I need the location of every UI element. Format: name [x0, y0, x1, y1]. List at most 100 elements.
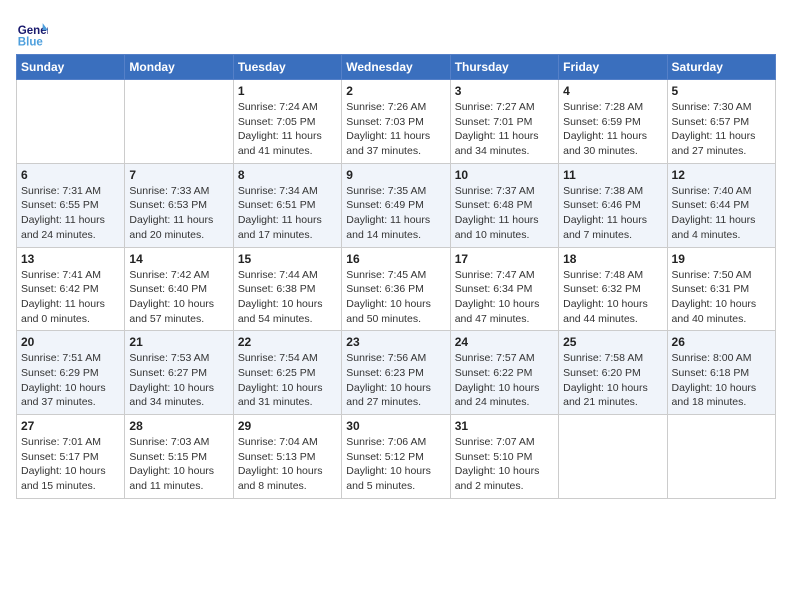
day-detail: Sunrise: 7:42 AM Sunset: 6:40 PM Dayligh…	[129, 268, 228, 327]
day-detail: Sunrise: 7:50 AM Sunset: 6:31 PM Dayligh…	[672, 268, 771, 327]
day-detail: Sunrise: 7:45 AM Sunset: 6:36 PM Dayligh…	[346, 268, 445, 327]
calendar-cell	[559, 415, 667, 499]
calendar-cell: 30 Sunrise: 7:06 AM Sunset: 5:12 PM Dayli…	[342, 415, 450, 499]
calendar-cell: 16 Sunrise: 7:45 AM Sunset: 6:36 PM Dayli…	[342, 247, 450, 331]
day-detail: Sunrise: 7:26 AM Sunset: 7:03 PM Dayligh…	[346, 100, 445, 159]
calendar-cell: 23 Sunrise: 7:56 AM Sunset: 6:23 PM Dayli…	[342, 331, 450, 415]
calendar-cell: 4 Sunrise: 7:28 AM Sunset: 6:59 PM Daylig…	[559, 80, 667, 164]
calendar-cell: 11Sunrise: 7:38 AM Sunset: 6:46 PM Dayli…	[559, 163, 667, 247]
calendar-week-row: 13Sunrise: 7:41 AM Sunset: 6:42 PM Dayli…	[17, 247, 776, 331]
day-detail: Sunrise: 7:01 AM Sunset: 5:17 PM Dayligh…	[21, 435, 120, 494]
calendar-week-row: 1 Sunrise: 7:24 AM Sunset: 7:05 PM Daylig…	[17, 80, 776, 164]
day-number: 23	[346, 335, 445, 349]
day-number: 20	[21, 335, 120, 349]
svg-text:Blue: Blue	[18, 36, 44, 48]
day-number: 24	[455, 335, 554, 349]
calendar-cell: 14 Sunrise: 7:42 AM Sunset: 6:40 PM Dayli…	[125, 247, 233, 331]
calendar-cell: 13Sunrise: 7:41 AM Sunset: 6:42 PM Dayli…	[17, 247, 125, 331]
day-number: 15	[238, 252, 337, 266]
day-number: 17	[455, 252, 554, 266]
day-detail: Sunrise: 7:54 AM Sunset: 6:25 PM Dayligh…	[238, 351, 337, 410]
day-detail: Sunrise: 8:00 AM Sunset: 6:18 PM Dayligh…	[672, 351, 771, 410]
calendar-cell: 1 Sunrise: 7:24 AM Sunset: 7:05 PM Daylig…	[233, 80, 341, 164]
day-detail: Sunrise: 7:28 AM Sunset: 6:59 PM Dayligh…	[563, 100, 662, 159]
day-number: 31	[455, 419, 554, 433]
day-number: 26	[672, 335, 771, 349]
calendar-cell: 31 Sunrise: 7:07 AM Sunset: 5:10 PM Dayli…	[450, 415, 558, 499]
day-detail: Sunrise: 7:06 AM Sunset: 5:12 PM Dayligh…	[346, 435, 445, 494]
day-number: 1	[238, 84, 337, 98]
calendar-cell: 9 Sunrise: 7:35 AM Sunset: 6:49 PM Daylig…	[342, 163, 450, 247]
day-detail: Sunrise: 7:33 AM Sunset: 6:53 PM Dayligh…	[129, 184, 228, 243]
day-number: 14	[129, 252, 228, 266]
calendar-cell: 24 Sunrise: 7:57 AM Sunset: 6:22 PM Dayli…	[450, 331, 558, 415]
calendar-cell: 19 Sunrise: 7:50 AM Sunset: 6:31 PM Dayli…	[667, 247, 775, 331]
calendar-week-row: 20 Sunrise: 7:51 AM Sunset: 6:29 PM Dayli…	[17, 331, 776, 415]
weekday-header: Saturday	[667, 55, 775, 80]
day-detail: Sunrise: 7:57 AM Sunset: 6:22 PM Dayligh…	[455, 351, 554, 410]
calendar-cell: 22 Sunrise: 7:54 AM Sunset: 6:25 PM Dayli…	[233, 331, 341, 415]
day-number: 2	[346, 84, 445, 98]
weekday-header: Sunday	[17, 55, 125, 80]
day-number: 5	[672, 84, 771, 98]
day-detail: Sunrise: 7:30 AM Sunset: 6:57 PM Dayligh…	[672, 100, 771, 159]
day-number: 9	[346, 168, 445, 182]
day-number: 3	[455, 84, 554, 98]
calendar-cell: 7Sunrise: 7:33 AM Sunset: 6:53 PM Daylig…	[125, 163, 233, 247]
calendar-cell: 20 Sunrise: 7:51 AM Sunset: 6:29 PM Dayli…	[17, 331, 125, 415]
calendar-cell: 3 Sunrise: 7:27 AM Sunset: 7:01 PM Daylig…	[450, 80, 558, 164]
logo-icon: General Blue	[16, 16, 48, 48]
day-detail: Sunrise: 7:24 AM Sunset: 7:05 PM Dayligh…	[238, 100, 337, 159]
day-detail: Sunrise: 7:38 AM Sunset: 6:46 PM Dayligh…	[563, 184, 662, 243]
day-detail: Sunrise: 7:07 AM Sunset: 5:10 PM Dayligh…	[455, 435, 554, 494]
day-number: 8	[238, 168, 337, 182]
calendar-cell	[125, 80, 233, 164]
calendar-cell: 2 Sunrise: 7:26 AM Sunset: 7:03 PM Daylig…	[342, 80, 450, 164]
calendar-cell: 12 Sunrise: 7:40 AM Sunset: 6:44 PM Dayli…	[667, 163, 775, 247]
day-number: 16	[346, 252, 445, 266]
day-number: 18	[563, 252, 662, 266]
calendar-cell: 17 Sunrise: 7:47 AM Sunset: 6:34 PM Dayli…	[450, 247, 558, 331]
calendar-cell: 21Sunrise: 7:53 AM Sunset: 6:27 PM Dayli…	[125, 331, 233, 415]
calendar-cell: 10 Sunrise: 7:37 AM Sunset: 6:48 PM Dayli…	[450, 163, 558, 247]
day-number: 10	[455, 168, 554, 182]
day-number: 4	[563, 84, 662, 98]
day-detail: Sunrise: 7:34 AM Sunset: 6:51 PM Dayligh…	[238, 184, 337, 243]
day-detail: Sunrise: 7:03 AM Sunset: 5:15 PM Dayligh…	[129, 435, 228, 494]
day-number: 21	[129, 335, 228, 349]
day-detail: Sunrise: 7:40 AM Sunset: 6:44 PM Dayligh…	[672, 184, 771, 243]
day-number: 28	[129, 419, 228, 433]
day-number: 12	[672, 168, 771, 182]
day-detail: Sunrise: 7:04 AM Sunset: 5:13 PM Dayligh…	[238, 435, 337, 494]
calendar-cell: 8 Sunrise: 7:34 AM Sunset: 6:51 PM Daylig…	[233, 163, 341, 247]
calendar-cell: 29 Sunrise: 7:04 AM Sunset: 5:13 PM Dayli…	[233, 415, 341, 499]
page-header: General Blue	[16, 16, 776, 48]
calendar-cell: 26 Sunrise: 8:00 AM Sunset: 6:18 PM Dayli…	[667, 331, 775, 415]
calendar-week-row: 27 Sunrise: 7:01 AM Sunset: 5:17 PM Dayli…	[17, 415, 776, 499]
weekday-header: Wednesday	[342, 55, 450, 80]
calendar-cell	[17, 80, 125, 164]
weekday-header: Tuesday	[233, 55, 341, 80]
calendar-cell: 28 Sunrise: 7:03 AM Sunset: 5:15 PM Dayli…	[125, 415, 233, 499]
day-number: 27	[21, 419, 120, 433]
day-detail: Sunrise: 7:47 AM Sunset: 6:34 PM Dayligh…	[455, 268, 554, 327]
calendar-header-row: SundayMondayTuesdayWednesdayThursdayFrid…	[17, 55, 776, 80]
calendar-cell: 18 Sunrise: 7:48 AM Sunset: 6:32 PM Dayli…	[559, 247, 667, 331]
calendar-cell: 15 Sunrise: 7:44 AM Sunset: 6:38 PM Dayli…	[233, 247, 341, 331]
day-detail: Sunrise: 7:48 AM Sunset: 6:32 PM Dayligh…	[563, 268, 662, 327]
calendar-cell: 27 Sunrise: 7:01 AM Sunset: 5:17 PM Dayli…	[17, 415, 125, 499]
day-detail: Sunrise: 7:44 AM Sunset: 6:38 PM Dayligh…	[238, 268, 337, 327]
calendar-cell	[667, 415, 775, 499]
calendar-cell: 5 Sunrise: 7:30 AM Sunset: 6:57 PM Daylig…	[667, 80, 775, 164]
day-number: 19	[672, 252, 771, 266]
day-detail: Sunrise: 7:37 AM Sunset: 6:48 PM Dayligh…	[455, 184, 554, 243]
day-detail: Sunrise: 7:27 AM Sunset: 7:01 PM Dayligh…	[455, 100, 554, 159]
day-number: 29	[238, 419, 337, 433]
day-number: 30	[346, 419, 445, 433]
weekday-header: Friday	[559, 55, 667, 80]
day-detail: Sunrise: 7:56 AM Sunset: 6:23 PM Dayligh…	[346, 351, 445, 410]
day-number: 22	[238, 335, 337, 349]
day-detail: Sunrise: 7:51 AM Sunset: 6:29 PM Dayligh…	[21, 351, 120, 410]
day-detail: Sunrise: 7:35 AM Sunset: 6:49 PM Dayligh…	[346, 184, 445, 243]
day-detail: Sunrise: 7:58 AM Sunset: 6:20 PM Dayligh…	[563, 351, 662, 410]
